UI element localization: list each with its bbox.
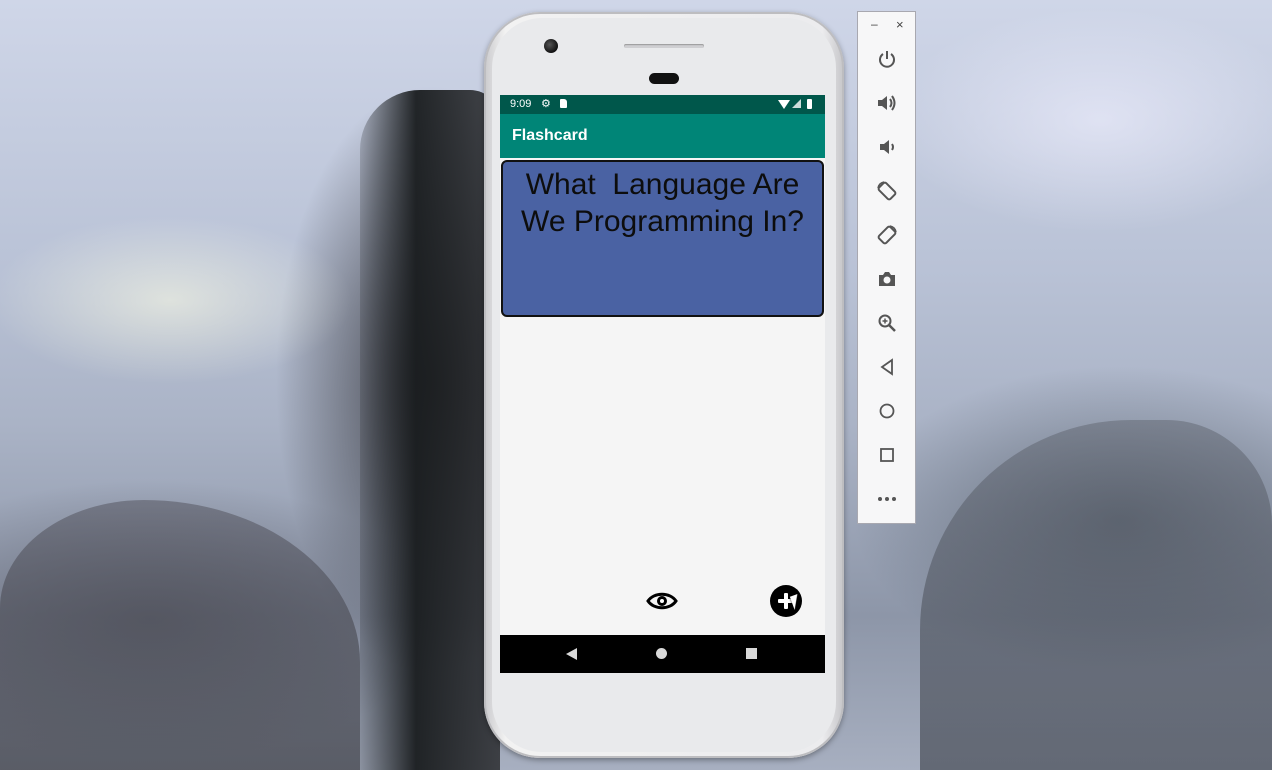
- power-icon: [879, 51, 895, 68]
- screenshot-button[interactable]: [872, 264, 902, 294]
- rotate-left-icon: [877, 181, 897, 201]
- eye-icon: [646, 592, 678, 610]
- device-screen: 9:09 ⚙ Flashcard What Language Are We Pr…: [500, 95, 825, 673]
- volume-down-icon: [880, 140, 894, 154]
- earpiece-speaker: [624, 44, 704, 48]
- status-bar: 9:09 ⚙: [500, 95, 825, 114]
- flashcard-question: What Language Are We Programming In?: [521, 168, 808, 238]
- power-button[interactable]: [872, 44, 902, 74]
- volume-up-button[interactable]: [872, 88, 902, 118]
- battery-icon: [807, 99, 812, 109]
- status-time: 9:09: [510, 98, 532, 110]
- background-crag-left: [0, 500, 360, 770]
- background-rock: [360, 90, 500, 770]
- volume-up-icon: [878, 95, 896, 111]
- emulator-close-button[interactable]: ×: [896, 17, 904, 32]
- emulator-toolbar: – ×: [857, 11, 916, 524]
- back-icon: [880, 358, 893, 376]
- show-answer-button[interactable]: [646, 585, 678, 617]
- flashcard-question-card[interactable]: What Language Are We Programming In?: [501, 160, 824, 317]
- app-bar: Flashcard: [500, 114, 825, 158]
- nav-back-button[interactable]: [566, 648, 577, 660]
- proximity-sensor: [649, 73, 679, 84]
- zoom-button[interactable]: [872, 308, 902, 338]
- camera-icon: [879, 272, 895, 286]
- overview-icon: [880, 448, 894, 462]
- more-icon: [878, 497, 896, 501]
- rotate-right-button[interactable]: [872, 220, 902, 250]
- background-crag-right: [920, 420, 1272, 770]
- wifi-icon: [778, 100, 790, 109]
- home-button[interactable]: [872, 396, 902, 426]
- nav-home-button[interactable]: [656, 648, 667, 659]
- home-icon: [879, 403, 895, 419]
- nav-recents-button[interactable]: [746, 648, 757, 659]
- emulator-minimize-button[interactable]: –: [871, 17, 878, 31]
- front-camera: [544, 39, 558, 53]
- sd-card-icon: [560, 99, 567, 108]
- volume-down-button[interactable]: [872, 132, 902, 162]
- app-title: Flashcard: [512, 127, 588, 144]
- settings-icon: ⚙: [541, 98, 551, 110]
- zoom-icon: [878, 314, 896, 332]
- rotate-right-icon: [877, 225, 897, 245]
- overview-button[interactable]: [872, 440, 902, 470]
- signal-icon: [792, 99, 801, 108]
- navigation-bar: [500, 635, 825, 673]
- more-button[interactable]: [872, 484, 902, 514]
- back-button[interactable]: [872, 352, 902, 382]
- rotate-left-button[interactable]: [872, 176, 902, 206]
